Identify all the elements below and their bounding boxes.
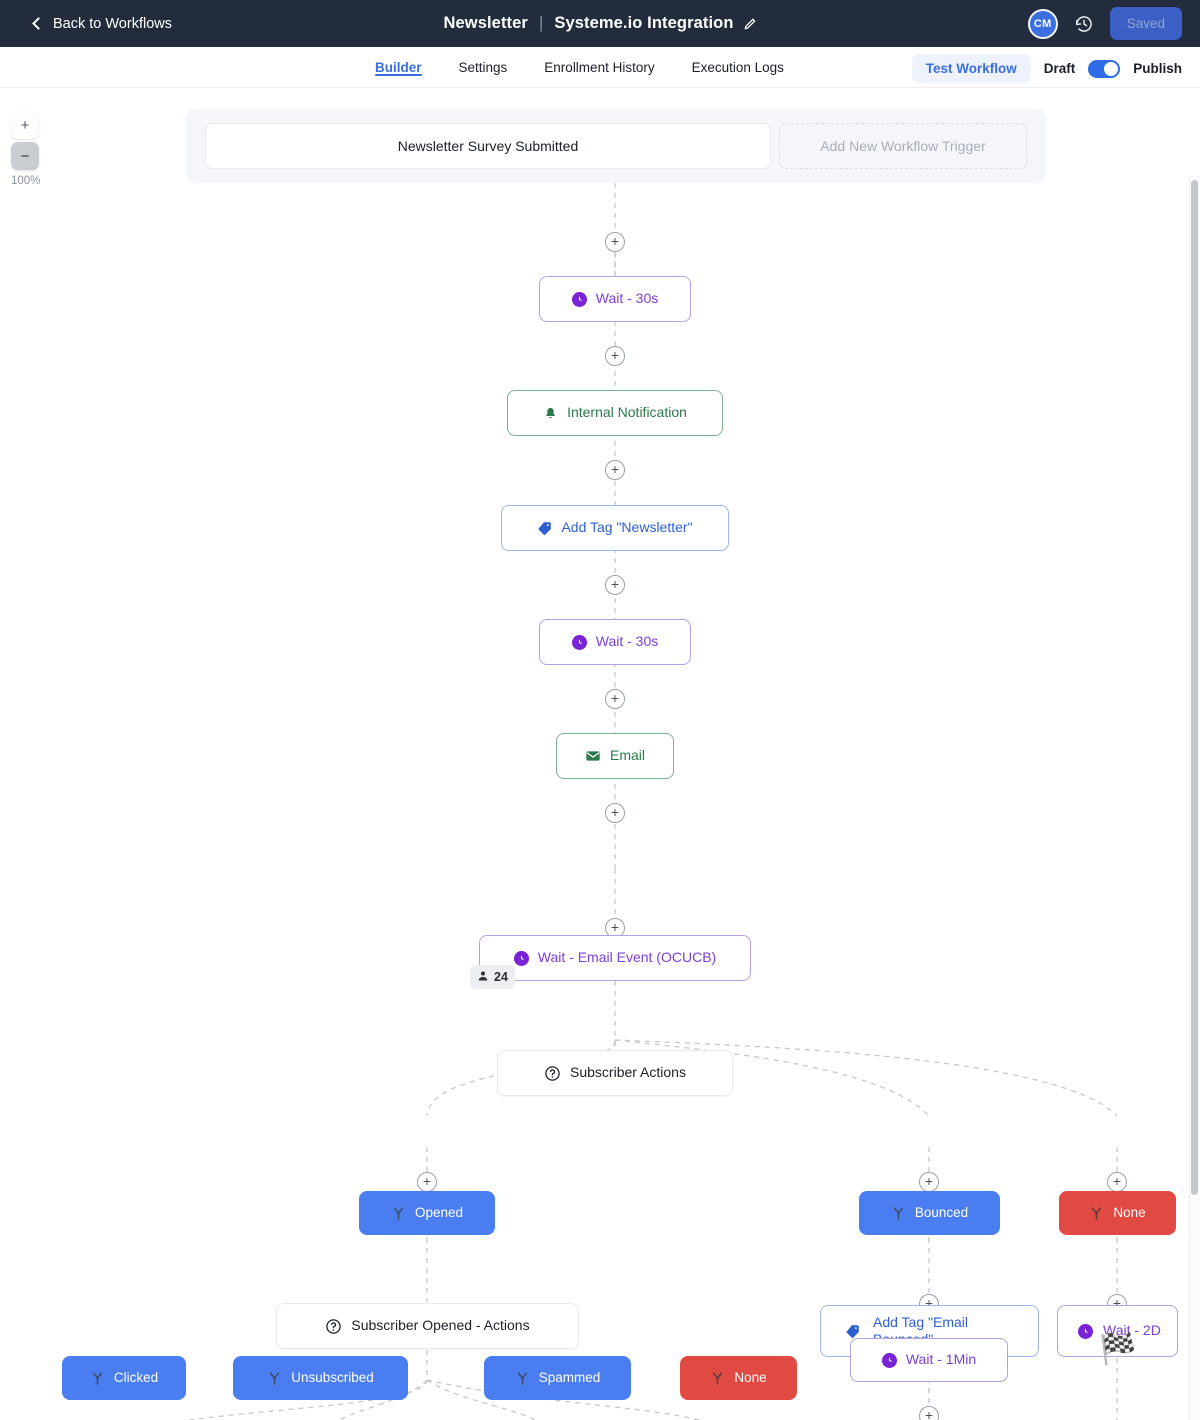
branch-icon bbox=[391, 1206, 406, 1221]
node-branch-spammed[interactable]: Spammed bbox=[484, 1356, 631, 1400]
node-label: None bbox=[1113, 1204, 1146, 1220]
draft-label: Draft bbox=[1043, 61, 1076, 76]
zoom-out-button[interactable]: − bbox=[11, 142, 39, 170]
node-wait-1min[interactable]: Wait - 1Min bbox=[850, 1338, 1008, 1382]
tab-execution-logs[interactable]: Execution Logs bbox=[692, 47, 784, 75]
tab-settings[interactable]: Settings bbox=[459, 47, 508, 75]
node-branch-clicked[interactable]: Clicked bbox=[62, 1356, 186, 1400]
clock-icon bbox=[513, 950, 529, 966]
zoom-in-button[interactable]: + bbox=[11, 111, 39, 139]
envelope-icon bbox=[585, 748, 601, 764]
node-label: Subscriber Actions bbox=[570, 1064, 686, 1081]
workflow-title-sub: Systeme.io Integration bbox=[554, 14, 734, 32]
node-label: Wait - 30s bbox=[595, 290, 659, 307]
add-step-button[interactable]: + bbox=[919, 1172, 939, 1192]
tag-icon bbox=[537, 521, 552, 536]
avatar[interactable]: CM bbox=[1027, 8, 1058, 39]
add-step-button[interactable]: + bbox=[605, 232, 625, 252]
branch-icon bbox=[710, 1371, 725, 1386]
branch-icon bbox=[515, 1371, 530, 1386]
add-step-button[interactable]: + bbox=[605, 689, 625, 709]
workflow-title-separator: | bbox=[538, 14, 544, 32]
person-icon bbox=[477, 970, 489, 985]
tab-bar: Builder Settings Enrollment History Exec… bbox=[0, 47, 1200, 88]
node-branch-unsubscribed[interactable]: Unsubscribed bbox=[233, 1356, 408, 1400]
tab-bar-actions: Test Workflow Draft Publish bbox=[911, 54, 1182, 83]
zoom-controls: + − 100% bbox=[11, 111, 67, 187]
question-icon bbox=[325, 1318, 342, 1335]
add-step-button[interactable]: + bbox=[1107, 1172, 1127, 1192]
node-wait-email-event[interactable]: Wait - Email Event (OCUCB) bbox=[479, 935, 751, 981]
node-add-tag-newsletter[interactable]: Add Tag "Newsletter" bbox=[501, 505, 729, 551]
node-label: Spammed bbox=[538, 1369, 601, 1385]
node-internal-notification[interactable]: Internal Notification bbox=[507, 390, 723, 436]
test-workflow-button[interactable]: Test Workflow bbox=[911, 54, 1031, 83]
tab-builder[interactable]: Builder bbox=[375, 47, 422, 76]
node-label: Opened bbox=[414, 1204, 464, 1220]
branch-icon bbox=[891, 1206, 906, 1221]
header-actions: CM Saved bbox=[1027, 7, 1182, 40]
publish-label: Publish bbox=[1133, 61, 1182, 76]
node-email[interactable]: Email bbox=[556, 733, 674, 779]
add-new-workflow-trigger-button[interactable]: Add New Workflow Trigger bbox=[779, 123, 1027, 169]
clock-icon bbox=[571, 634, 587, 650]
node-label: Clicked bbox=[113, 1369, 159, 1385]
node-label: Wait - Email Event (OCUCB) bbox=[537, 949, 717, 966]
node-label: None bbox=[734, 1369, 767, 1385]
vertical-scrollbar[interactable] bbox=[1191, 180, 1198, 1195]
question-icon bbox=[544, 1065, 561, 1082]
publish-toggle[interactable] bbox=[1088, 59, 1121, 78]
tag-icon bbox=[845, 1324, 860, 1339]
node-label: Email bbox=[609, 747, 645, 764]
add-step-button[interactable]: + bbox=[919, 1406, 939, 1420]
node-subscriber-opened-actions[interactable]: Subscriber Opened - Actions bbox=[276, 1303, 579, 1349]
avatar-initials: CM bbox=[1033, 17, 1052, 30]
workflow-title-main: Newsletter bbox=[443, 14, 528, 32]
workflow-title: Newsletter | Systeme.io Integration bbox=[0, 14, 1200, 33]
node-branch-none-top[interactable]: None bbox=[1059, 1191, 1176, 1235]
add-step-button[interactable]: + bbox=[417, 1172, 437, 1192]
node-wait-30s-1[interactable]: Wait - 30s bbox=[539, 276, 691, 322]
add-step-button[interactable]: + bbox=[605, 346, 625, 366]
node-label: Subscriber Opened - Actions bbox=[351, 1317, 530, 1334]
node-label: Add Tag "Newsletter" bbox=[561, 519, 693, 536]
history-clock-icon[interactable] bbox=[1074, 14, 1094, 34]
subscriber-count-value: 24 bbox=[494, 970, 508, 984]
workflow-canvas[interactable]: + − 100% Newsletter Survey Submitted Add… bbox=[0, 88, 1200, 1420]
node-label: Bounced bbox=[914, 1204, 969, 1220]
node-label: Wait - 30s bbox=[595, 633, 659, 650]
trigger-newsletter-survey-submitted[interactable]: Newsletter Survey Submitted bbox=[205, 123, 771, 169]
add-step-button[interactable]: + bbox=[605, 460, 625, 480]
branch-icon bbox=[90, 1371, 105, 1386]
checkered-flag-icon: 🏁 bbox=[1099, 1333, 1137, 1366]
node-wait-30s-2[interactable]: Wait - 30s bbox=[539, 619, 691, 665]
pencil-icon[interactable] bbox=[743, 17, 757, 31]
subscriber-count-badge: 24 bbox=[470, 965, 515, 989]
add-step-button[interactable]: + bbox=[605, 575, 625, 595]
publish-toggle-knob bbox=[1104, 61, 1119, 76]
bell-icon bbox=[543, 406, 558, 421]
trigger-band: Newsletter Survey Submitted Add New Work… bbox=[186, 109, 1046, 183]
tab-enrollment-history[interactable]: Enrollment History bbox=[544, 47, 654, 75]
clock-icon bbox=[881, 1352, 897, 1368]
node-subscriber-actions[interactable]: Subscriber Actions bbox=[497, 1050, 733, 1096]
node-branch-none-bottom[interactable]: None bbox=[680, 1356, 797, 1400]
node-branch-opened[interactable]: Opened bbox=[359, 1191, 495, 1235]
save-button[interactable]: Saved bbox=[1109, 7, 1182, 40]
clock-icon bbox=[1078, 1323, 1093, 1339]
branch-icon bbox=[267, 1371, 282, 1386]
zoom-level-label: 100% bbox=[11, 175, 41, 187]
branch-icon bbox=[1089, 1206, 1104, 1221]
clock-icon bbox=[571, 291, 587, 307]
add-step-button[interactable]: + bbox=[605, 803, 625, 823]
node-label: Unsubscribed bbox=[291, 1369, 374, 1385]
node-label: Internal Notification bbox=[567, 404, 687, 421]
top-header-bar: Back to Workflows Newsletter | Systeme.i… bbox=[0, 0, 1200, 47]
tab-list: Builder Settings Enrollment History Exec… bbox=[375, 47, 784, 88]
node-branch-bounced[interactable]: Bounced bbox=[859, 1191, 1000, 1235]
node-label: Wait - 1Min bbox=[905, 1351, 977, 1368]
